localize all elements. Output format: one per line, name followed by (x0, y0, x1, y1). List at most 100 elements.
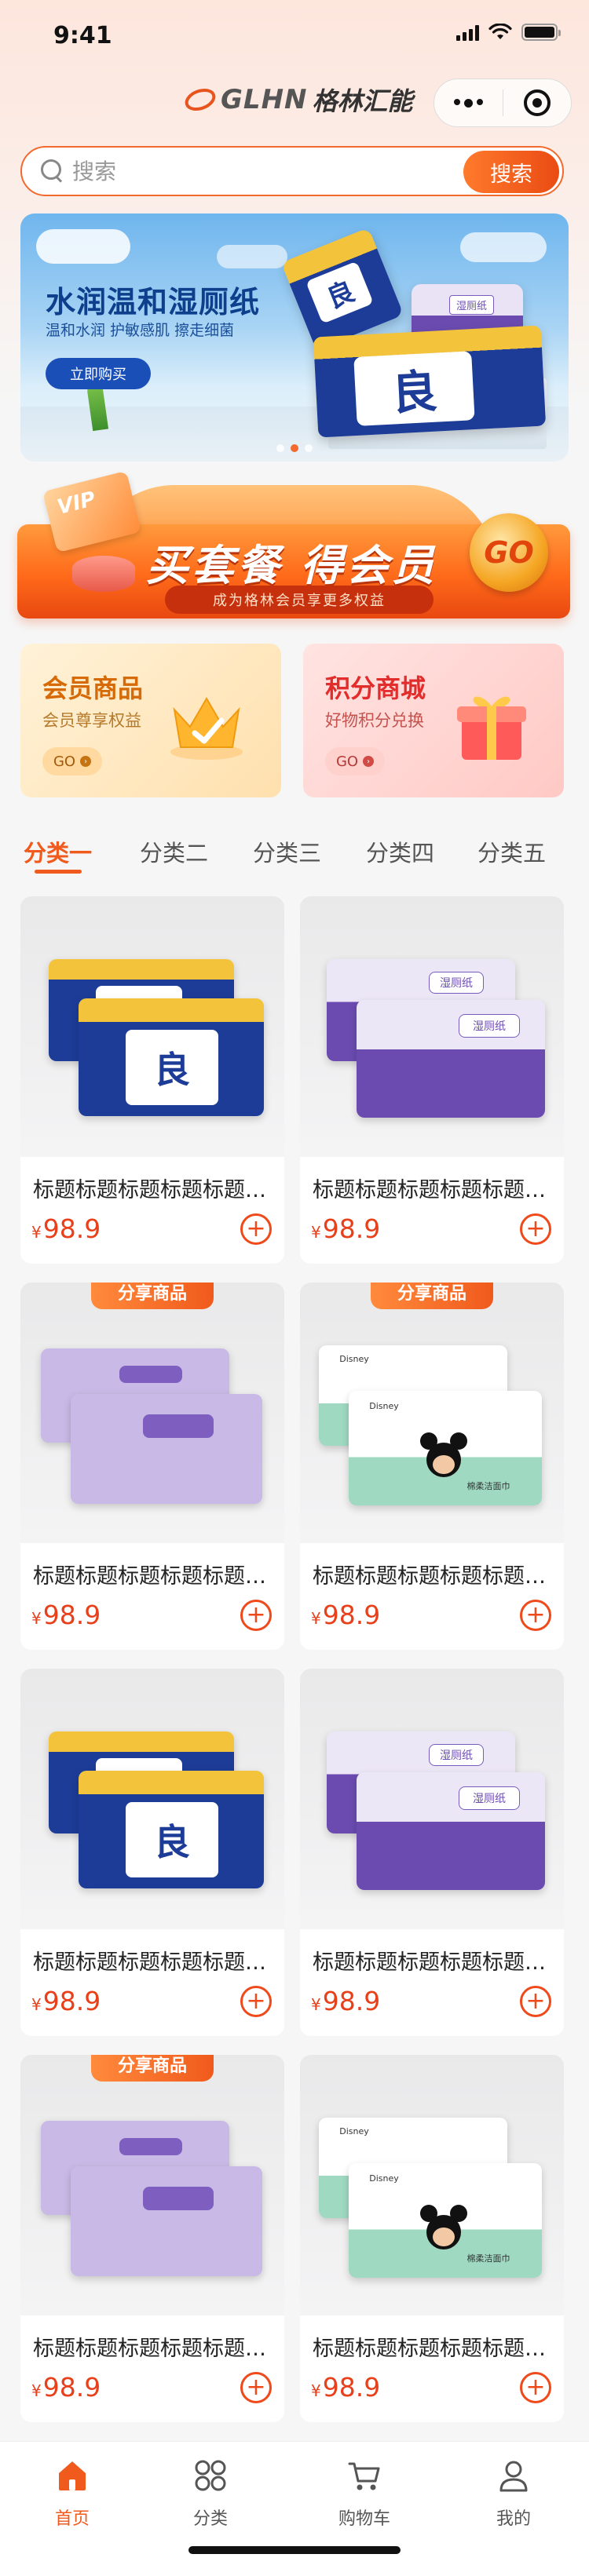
add-to-cart-button[interactable]: + (520, 1986, 551, 2017)
member-go-button[interactable]: GO › (42, 747, 102, 775)
product-title: 标题标题标题标题标题标题 (313, 2337, 551, 2361)
buy-now-button[interactable]: 立即购买 (46, 358, 151, 389)
user-icon (499, 2461, 528, 2492)
add-to-cart-button[interactable]: + (520, 1213, 551, 1245)
product-card[interactable]: 良良标题标题标题标题标题标题 ¥98.9 + (20, 1669, 284, 2036)
price-currency: ¥ (311, 1995, 321, 2014)
banner-dot[interactable] (276, 444, 284, 452)
status-icons (456, 24, 561, 41)
price-value: 98.9 (42, 1986, 101, 2016)
price-value: 98.9 (42, 1213, 101, 1244)
add-to-cart-button[interactable]: + (520, 1600, 551, 1631)
banner-pagination (276, 444, 313, 452)
add-to-cart-button[interactable]: + (240, 2372, 272, 2403)
share-badge: 分享商品 (91, 2055, 214, 2082)
tab-category-3[interactable]: 分类三 (253, 835, 321, 868)
points-card-subtitle: 好物积分兑换 (325, 711, 424, 730)
tab-category-4[interactable]: 分类四 (366, 835, 434, 868)
promo-subtitle: 成为格林会员享更多权益 (165, 586, 434, 614)
mini-program-header: GLHN 格林汇能 (0, 69, 589, 137)
tab-category-5[interactable]: 分类五 (477, 835, 546, 868)
price-value: 98.9 (42, 2372, 101, 2403)
product-price: ¥98.9 (31, 1600, 101, 1630)
tabbar-category[interactable]: 分类 (163, 2457, 258, 2530)
add-to-cart-button[interactable]: + (240, 1213, 272, 1245)
mickey-icon (420, 2205, 467, 2249)
price-currency: ¥ (311, 1223, 321, 1242)
home-icon (59, 2461, 86, 2490)
product-title: 标题标题标题标题标题标题 (313, 1564, 551, 1589)
tab-category-1[interactable]: 分类一 (24, 835, 92, 868)
product-image: 良良 (20, 896, 284, 1157)
product-price: ¥98.9 (311, 2372, 380, 2403)
search-button[interactable]: 搜索 (463, 151, 559, 193)
logo-mark: GLHN (221, 84, 308, 115)
price-currency: ¥ (311, 1609, 321, 1628)
more-button[interactable] (434, 79, 503, 126)
points-go-button[interactable]: GO › (325, 747, 385, 775)
promo-go-button[interactable]: GO (470, 513, 548, 592)
product-card[interactable]: 分享商品 标题标题标题标题标题标题 ¥98.9 + (20, 2055, 284, 2422)
product-price: ¥98.9 (311, 1213, 380, 1244)
price-currency: ¥ (31, 2381, 42, 2400)
add-to-cart-button[interactable]: + (240, 1986, 272, 2017)
banner-dot[interactable] (305, 444, 313, 452)
status-bar: 9:41 (0, 0, 589, 69)
battery-icon (521, 24, 561, 41)
product-image (20, 1283, 284, 1543)
product-price: ¥98.9 (311, 1600, 380, 1630)
price-value: 98.9 (322, 1986, 381, 2016)
logo-swoosh-icon (185, 88, 216, 111)
mickey-icon (420, 1432, 467, 1477)
points-mall-card[interactable]: 积分商城 好物积分兑换 GO › (303, 644, 564, 797)
tab-category-2[interactable]: 分类二 (140, 835, 208, 868)
tabbar-cart[interactable]: 购物车 (317, 2457, 412, 2530)
product-title: 标题标题标题标题标题标题 (313, 1178, 551, 1202)
home-indicator (188, 2546, 401, 2554)
product-price: ¥98.9 (31, 2372, 101, 2403)
product-card[interactable]: 湿厕纸 湿厕纸 标题标题标题标题标题标题 ¥98.9 + (300, 1669, 564, 2036)
search-icon (41, 159, 64, 183)
category-tabs: 分类一 分类二 分类三 分类四 分类五 (0, 824, 589, 881)
tabbar-label: 首页 (54, 2509, 90, 2529)
price-currency: ¥ (31, 1609, 42, 1628)
category-icon (195, 2460, 226, 2491)
tabbar-label: 我的 (496, 2509, 531, 2529)
wifi-icon (488, 24, 512, 39)
membership-promo-banner[interactable]: VIP 买套餐 得会员 成为格林会员享更多权益 GO (17, 469, 570, 623)
product-price: ¥98.9 (311, 1986, 380, 2016)
product-card[interactable]: 良良标题标题标题标题标题标题 ¥98.9 + (20, 896, 284, 1264)
brand-logo: GLHN 格林汇能 (185, 82, 413, 118)
status-time: 9:41 (53, 22, 112, 49)
chevron-right-icon: › (363, 756, 375, 767)
member-card-subtitle: 会员尊享权益 (42, 711, 141, 730)
price-currency: ¥ (31, 1995, 42, 2014)
member-goods-card[interactable]: 会员商品 会员尊享权益 GO › (20, 644, 281, 797)
tabbar-label: 分类 (192, 2509, 228, 2529)
tabbar-home[interactable]: 首页 (25, 2457, 119, 2530)
product-card[interactable]: 湿厕纸 湿厕纸标题标题标题标题标题标题 ¥98.9 + (300, 896, 564, 1264)
add-to-cart-button[interactable]: + (520, 2372, 551, 2403)
product-image: 湿厕纸 湿厕纸 (300, 896, 564, 1157)
product-card[interactable]: 分享商品 Disney Disney 棉柔洁面巾 标题标题标题标题标题标题 ¥98.9 + (300, 1283, 564, 1650)
tabbar-mine[interactable]: 我的 (466, 2457, 561, 2530)
hero-banner[interactable]: 良 湿厕纸 良 水润温和湿厕纸 温和水润 护敏感肌 擦走细菌 立即购买 (20, 213, 569, 462)
price-currency: ¥ (311, 2381, 321, 2400)
product-card[interactable]: 分享商品标题标题标题标题标题标题 ¥98.9 + (20, 1283, 284, 1650)
product-title: 标题标题标题标题标题标题 (33, 1564, 272, 1589)
vip-podium-icon (72, 556, 135, 592)
product-card[interactable]: Disney Disney 棉柔洁面巾 标题标题标题标题标题标题 ¥98.9 + (300, 2055, 564, 2422)
product-image (20, 2055, 284, 2315)
add-to-cart-button[interactable]: + (240, 1600, 272, 1631)
share-badge: 分享商品 (91, 1283, 214, 1309)
banner-product-large: 良 (313, 325, 547, 438)
product-price: ¥98.9 (31, 1986, 101, 2016)
close-mini-program-button[interactable] (503, 79, 572, 126)
product-price: ¥98.9 (31, 1213, 101, 1244)
cart-icon (348, 2462, 380, 2490)
price-value: 98.9 (42, 1600, 101, 1630)
product-image: 良良 (20, 1669, 284, 1929)
product-image: 湿厕纸 湿厕纸 (300, 1669, 564, 1929)
banner-dot-active[interactable] (291, 444, 298, 452)
active-tab-indicator (35, 870, 82, 874)
